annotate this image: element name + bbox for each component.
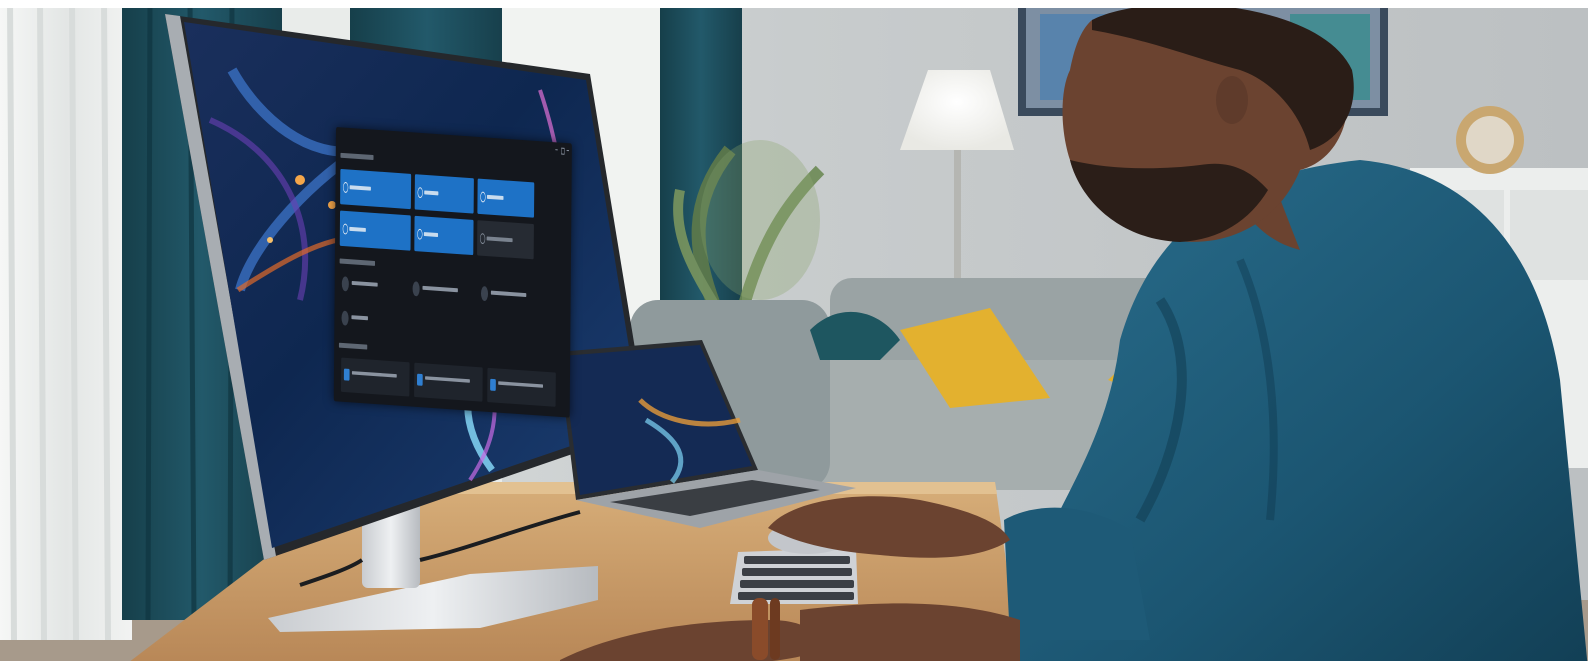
quick-action-tile (339, 210, 411, 251)
suggestion-card (414, 362, 483, 402)
quick-action-tile (414, 215, 474, 256)
suggestion-card (487, 367, 556, 407)
photo-scene (0, 0, 1588, 669)
device-list-item (341, 269, 404, 303)
quick-action-tile (340, 168, 412, 210)
monitor-app-window (333, 127, 572, 418)
device-list-item (480, 279, 543, 313)
quick-action-tile (477, 220, 534, 260)
device-list-item (341, 304, 403, 338)
section-heading-bar (340, 152, 374, 160)
maximize-icon (561, 147, 565, 155)
minimize-icon (555, 149, 558, 151)
device-list-item (412, 274, 474, 308)
section-heading-bar (338, 342, 368, 350)
quick-action-tile (414, 174, 474, 214)
room-background (0, 0, 1588, 669)
section-heading-bar (339, 258, 376, 266)
close-icon (566, 149, 570, 152)
quick-action-tile (477, 178, 535, 218)
suggestion-card (340, 357, 410, 397)
